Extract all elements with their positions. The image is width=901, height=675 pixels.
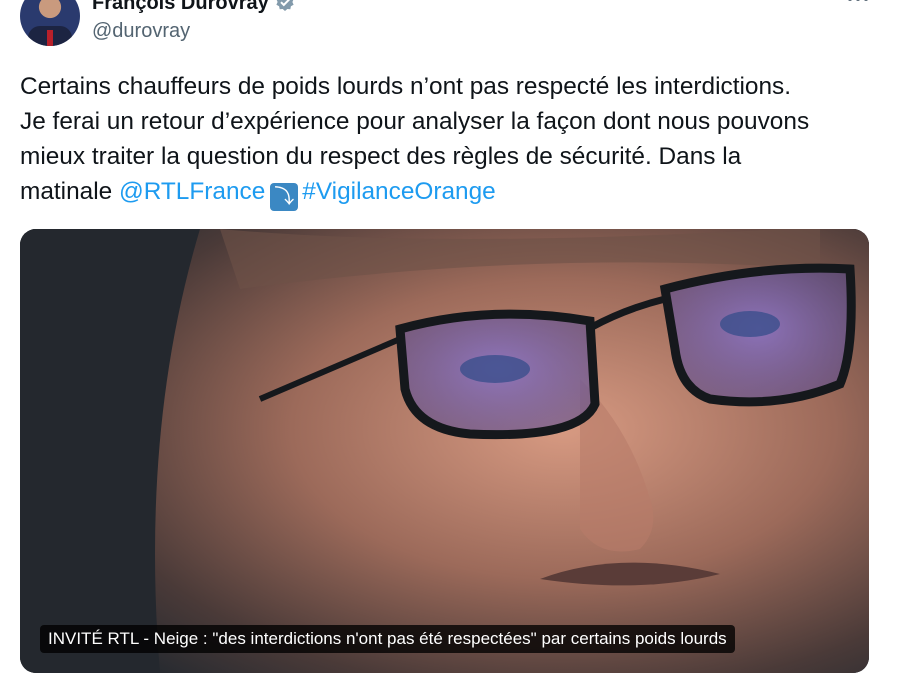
author-name[interactable]: François Durovray (92, 0, 269, 14)
avatar[interactable] (20, 0, 80, 46)
hashtag-link[interactable]: #VigilanceOrange (302, 178, 495, 205)
tweet-text-prefix: matinale (20, 178, 119, 205)
mention-link[interactable]: @RTLFrance (119, 178, 265, 205)
tweet-text-line-4: matinale @RTLFrance ⤵ #VigilanceOrange (20, 174, 880, 211)
media-card[interactable]: INVITÉ RTL - Neige : "des interdictions … (20, 229, 869, 673)
author-handle[interactable]: @durovray (92, 19, 190, 43)
author-name-row[interactable]: François Durovray (92, 0, 295, 18)
tweet-text: Certains chauffeurs de poids lourds n’on… (20, 69, 880, 211)
more-horizontal-icon[interactable] (846, 0, 870, 6)
media-photo (20, 229, 869, 673)
arrow-curving-down-emoji: ⤵ (270, 183, 299, 211)
media-caption: INVITÉ RTL - Neige : "des interdictions … (40, 625, 735, 653)
tweet-card[interactable]: François Durovray @durovray Certains cha… (0, 0, 901, 675)
tweet-text-line-1: Certains chauffeurs de poids lourds n’on… (20, 73, 791, 100)
avatar-tie (47, 30, 53, 46)
tweet-text-line-3: mieux traiter la question du respect des… (20, 143, 742, 170)
tweet-text-line-2: Je ferai un retour d’expérience pour ana… (20, 108, 810, 135)
verified-badge-icon[interactable] (275, 0, 295, 18)
